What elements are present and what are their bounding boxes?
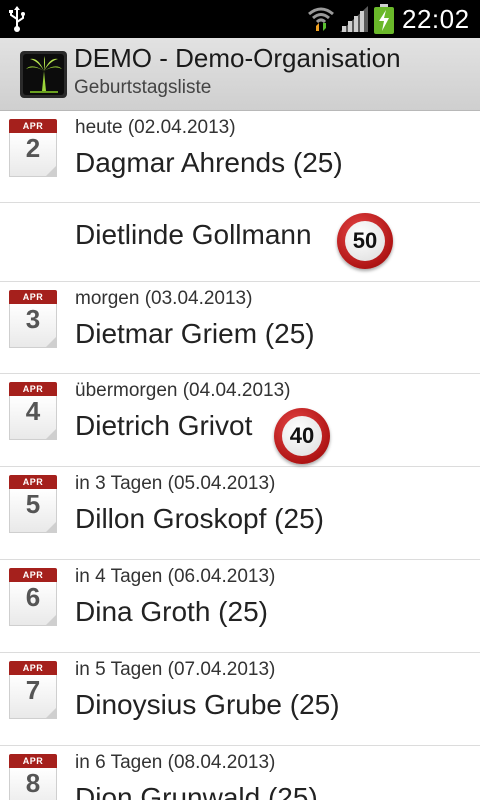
calendar-month: APR [9, 661, 57, 675]
calendar-day: 2 [25, 133, 41, 163]
list-item[interactable]: APR 6 in 4 Tagen (06.04.2013) Dina Groth… [0, 560, 480, 653]
list-item[interactable]: APR 5 in 3 Tagen (05.04.2013) Dillon Gro… [0, 467, 480, 560]
birthday-date: morgen (03.04.2013) [75, 288, 253, 309]
app-title: DEMO - Demo-Organisation [74, 43, 401, 73]
signal-icon [340, 6, 368, 32]
milestone-age: 40 [282, 416, 322, 456]
calendar-icon: APR 4 [9, 382, 57, 442]
person-name: Dietrich Grivot [75, 410, 253, 441]
calendar-day: 4 [25, 396, 41, 426]
birthday-date: in 3 Tagen (05.04.2013) [75, 473, 276, 494]
person-name: Dagmar Ahrends (25) [75, 147, 343, 178]
calendar-icon: APR 2 [9, 119, 57, 179]
birthday-date: heute (02.04.2013) [75, 117, 236, 138]
birthday-date: in 5 Tagen (07.04.2013) [75, 659, 276, 680]
calendar-day: 3 [25, 304, 41, 334]
list-item[interactable]: Dietlinde Gollmann 50 [0, 203, 480, 282]
action-bar: DEMO - Demo-Organisation Geburtstagslist… [0, 38, 480, 111]
list-item[interactable]: APR 2 heute (02.04.2013) Dagmar Ahrends … [0, 111, 480, 203]
calendar-month: APR [9, 382, 57, 396]
calendar-month: APR [9, 568, 57, 582]
calendar-month: APR [9, 290, 57, 304]
calendar-day: 5 [25, 489, 41, 519]
screen-subtitle: Geburtstagsliste [74, 77, 212, 98]
person-name: Dion Grunwald (25) [75, 782, 318, 800]
calendar-icon: APR 3 [9, 290, 57, 350]
list-item[interactable]: APR 8 in 6 Tagen (08.04.2013) Dion Grunw… [0, 746, 480, 800]
battery-charging-icon [374, 4, 394, 34]
milestone-age: 50 [345, 221, 385, 261]
birthday-date: übermorgen (04.04.2013) [75, 380, 291, 401]
calendar-day: 7 [25, 675, 41, 705]
person-name: Dinoysius Grube (25) [75, 689, 340, 720]
milestone-badge-icon: 40 [274, 408, 330, 464]
list-item[interactable]: APR 7 in 5 Tagen (07.04.2013) Dinoysius … [0, 653, 480, 746]
birthday-list[interactable]: APR 2 heute (02.04.2013) Dagmar Ahrends … [0, 111, 480, 800]
palm-tree-icon[interactable] [20, 51, 67, 98]
calendar-day: 8 [25, 768, 41, 798]
milestone-badge-icon: 50 [337, 213, 393, 269]
calendar-icon: APR 8 [9, 754, 57, 800]
status-bar: 22:02 [0, 0, 480, 38]
calendar-icon: APR 6 [9, 568, 57, 628]
calendar-month: APR [9, 119, 57, 133]
list-item[interactable]: APR 3 morgen (03.04.2013) Dietmar Griem … [0, 282, 480, 374]
birthday-date: in 6 Tagen (08.04.2013) [75, 752, 276, 773]
wifi-icon [308, 7, 334, 31]
list-item[interactable]: APR 4 übermorgen (04.04.2013) Dietrich G… [0, 374, 480, 467]
person-name: Dina Groth (25) [75, 596, 268, 627]
calendar-month: APR [9, 754, 57, 768]
calendar-icon: APR 7 [9, 661, 57, 721]
person-name: Dietlinde Gollmann [75, 219, 312, 250]
clock: 22:02 [402, 4, 470, 34]
person-name: Dillon Groskopf (25) [75, 503, 324, 534]
calendar-month: APR [9, 475, 57, 489]
usb-icon [9, 6, 25, 32]
birthday-date: in 4 Tagen (06.04.2013) [75, 566, 276, 587]
calendar-day: 6 [25, 582, 41, 612]
calendar-icon: APR 5 [9, 475, 57, 535]
person-name: Dietmar Griem (25) [75, 318, 315, 349]
